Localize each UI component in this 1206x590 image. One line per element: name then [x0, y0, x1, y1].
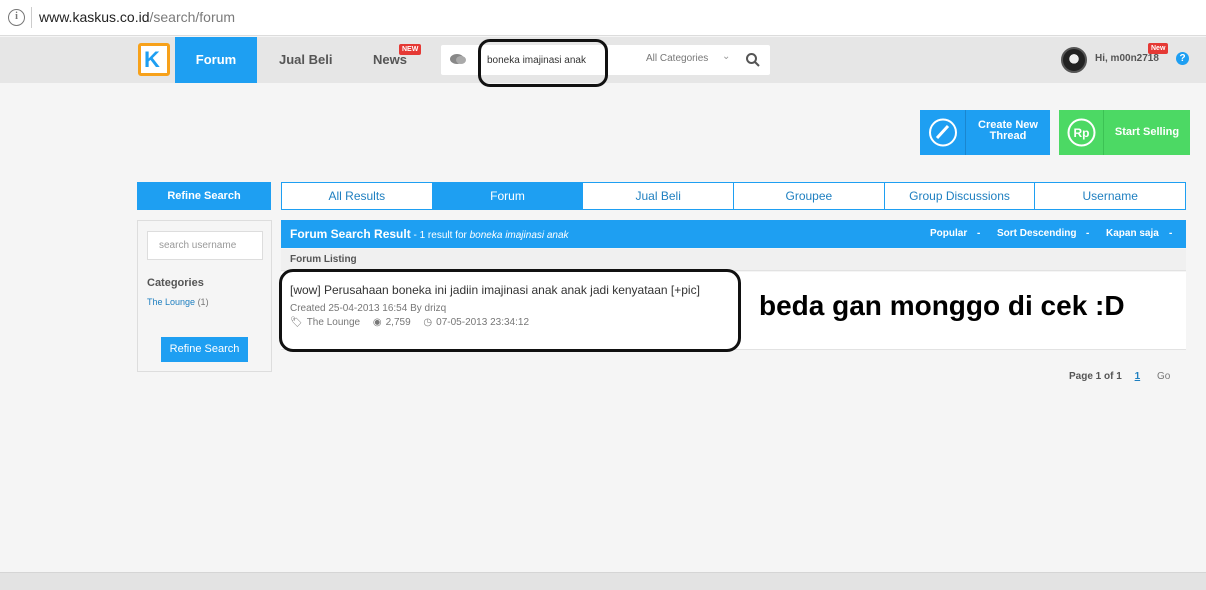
- category-dropdown-caret-icon[interactable]: ⌄: [722, 51, 730, 62]
- results-summary: - 1 result for boneka imajinasi anak: [410, 230, 569, 241]
- user-new-badge: New: [1148, 43, 1169, 54]
- tab-all-results[interactable]: All Results: [282, 183, 433, 209]
- pencil-icon-wrap: [920, 110, 966, 155]
- address-separator: [31, 7, 32, 28]
- news-new-badge: NEW: [399, 44, 422, 55]
- logo-letter: K: [144, 47, 160, 72]
- sort-order-dropdown[interactable]: Sort Descending: [997, 228, 1076, 239]
- tab-jual-beli[interactable]: Jual Beli: [583, 183, 735, 209]
- chat-bubble-icon: [450, 54, 466, 64]
- address-url[interactable]: www.kaskus.co.id/search/forum: [39, 9, 235, 25]
- pencil-icon: [929, 118, 957, 147]
- annotation-oval-thread: [279, 269, 741, 352]
- user-greeting[interactable]: Hi, m00n2718: [1095, 53, 1159, 64]
- forum-listing-bar: Forum Listing: [281, 249, 1186, 271]
- rupiah-icon-wrap: Rp: [1059, 110, 1104, 155]
- category-count: (1): [197, 297, 209, 307]
- page-go-button[interactable]: Go: [1157, 371, 1170, 382]
- results-title-line: Forum Search Result - 1 result for bonek…: [290, 227, 569, 241]
- annotation-oval-search: [478, 39, 608, 87]
- refine-search-header: Refine Search: [137, 182, 271, 210]
- sort-popular-dropdown[interactable]: Popular: [930, 228, 967, 239]
- nav-jual-beli-tab[interactable]: Jual Beli: [279, 37, 332, 83]
- refine-search-button[interactable]: Refine Search: [161, 337, 248, 362]
- help-icon[interactable]: ?: [1176, 52, 1189, 65]
- url-path: /search/forum: [149, 9, 236, 25]
- start-selling-label: Start Selling: [1114, 126, 1180, 138]
- annotation-text: beda gan monggo di cek :D: [759, 290, 1125, 321]
- nav-forum-tab[interactable]: Forum: [175, 37, 257, 83]
- user-avatar[interactable]: [1061, 47, 1087, 73]
- footer-strip: [0, 572, 1206, 590]
- tab-groupee[interactable]: Groupee: [734, 183, 885, 209]
- results-title: Forum Search Result: [290, 227, 411, 241]
- sort-order-caret-icon[interactable]: -: [1086, 228, 1089, 239]
- time-filter-caret-icon[interactable]: -: [1169, 228, 1172, 239]
- search-icon[interactable]: [745, 52, 761, 68]
- sort-popular-caret-icon[interactable]: -: [977, 228, 980, 239]
- pagination: Page 1 of 1 1 Go: [1069, 371, 1170, 382]
- site-info-icon[interactable]: i: [8, 9, 25, 26]
- time-filter-dropdown[interactable]: Kapan saja: [1106, 228, 1159, 239]
- page-indicator: Page 1 of 1: [1069, 371, 1122, 382]
- forum-listing-label: Forum Listing: [290, 254, 357, 265]
- rupiah-icon-text: Rp: [1074, 126, 1090, 140]
- category-select[interactable]: All Categories: [646, 53, 708, 64]
- tab-username[interactable]: Username: [1035, 183, 1185, 209]
- browser-address-bar[interactable]: i www.kaskus.co.id/search/forum: [0, 0, 1206, 36]
- page-1-link[interactable]: 1: [1135, 371, 1141, 382]
- search-username-input[interactable]: [147, 231, 263, 260]
- start-selling-button[interactable]: Rp Start Selling: [1059, 110, 1190, 155]
- kaskus-logo[interactable]: K: [138, 43, 170, 76]
- create-thread-label: Create New Thread: [978, 119, 1038, 142]
- rupiah-icon: Rp: [1067, 118, 1096, 147]
- categories-title: Categories: [147, 277, 204, 289]
- results-query: boneka imajinasi anak: [469, 230, 569, 241]
- tab-forum[interactable]: Forum: [432, 183, 584, 209]
- category-filter-item: The Lounge (1): [147, 297, 209, 307]
- refine-search-panel: Categories The Lounge (1) Refine Search: [137, 220, 272, 372]
- tab-group-discussions[interactable]: Group Discussions: [885, 183, 1036, 209]
- results-header: Forum Search Result - 1 result for bonek…: [281, 220, 1186, 248]
- url-host: www.kaskus.co.id: [39, 9, 150, 25]
- category-filter-link[interactable]: The Lounge: [147, 297, 195, 307]
- search-tabs: All Results Forum Jual Beli Groupee Grou…: [281, 182, 1186, 210]
- create-new-thread-button[interactable]: Create New Thread: [920, 110, 1050, 155]
